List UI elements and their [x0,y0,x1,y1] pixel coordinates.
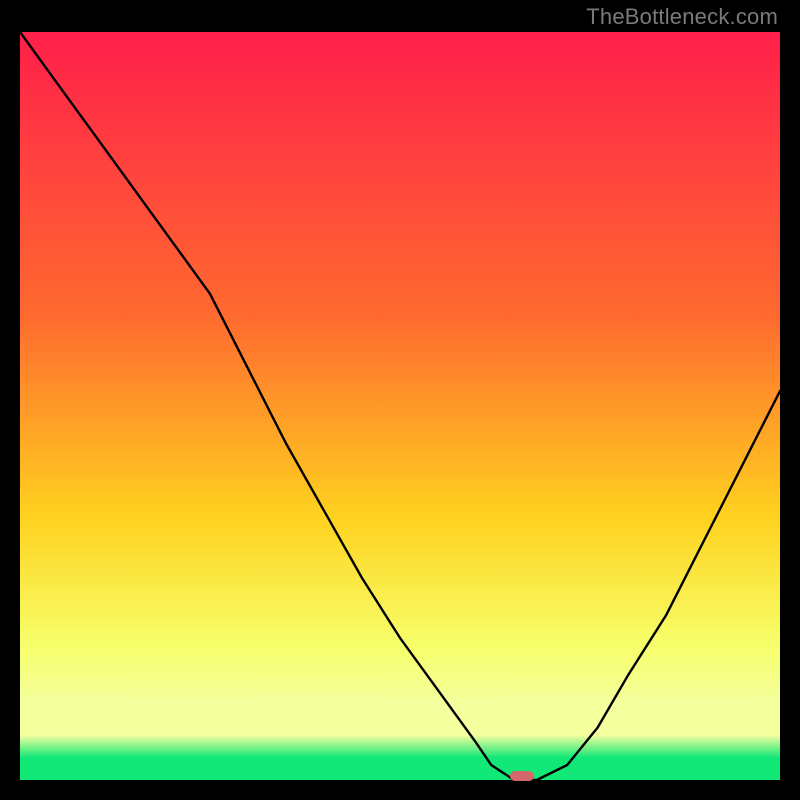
bottleneck-curve [20,32,780,780]
watermark-label: TheBottleneck.com [586,4,778,30]
optimal-marker [510,771,534,781]
chart-frame: TheBottleneck.com [0,0,800,800]
